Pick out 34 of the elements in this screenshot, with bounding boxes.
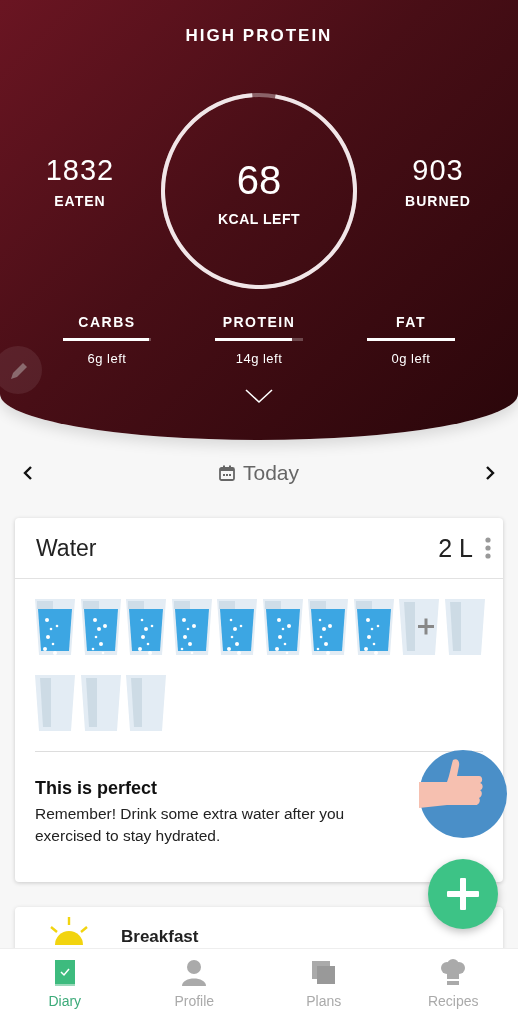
macro-remaining: 0g left — [391, 351, 431, 366]
kcal-left-value: 68 — [236, 158, 282, 203]
more-options-icon[interactable] — [485, 537, 491, 559]
nav-tab[interactable]: Profile — [129, 949, 259, 1020]
nav-tab[interactable]: Plans — [259, 949, 389, 1020]
macro-remaining: 14g left — [235, 351, 283, 366]
eaten-value: 1832 — [45, 153, 115, 187]
macro-name: CARBS — [78, 314, 136, 330]
burned-value: 903 — [412, 153, 464, 187]
plus-icon — [447, 878, 479, 910]
water-amount: 2 L — [438, 533, 473, 563]
macro-name: FAT — [396, 314, 426, 330]
meal-title: Breakfast — [121, 928, 199, 946]
water-title: Water — [36, 534, 98, 562]
nav-tab[interactable]: Recipes — [388, 949, 518, 1020]
kcal-left-label: KCAL LEFT — [218, 211, 300, 227]
next-day-icon[interactable] — [484, 465, 496, 481]
person-icon — [180, 959, 209, 987]
tip-text: Remember! Drink some extra water after you exercised to stay hydrated. — [35, 804, 346, 846]
eaten-label: EATEN — [54, 192, 106, 209]
tip-title: This is perfect — [35, 778, 159, 799]
previous-day-icon[interactable] — [22, 465, 34, 481]
chevron-down-icon[interactable] — [244, 388, 274, 404]
stacked-squares-icon — [309, 959, 338, 987]
burned-label: BURNED — [405, 192, 471, 209]
macro-name: PROTEIN — [222, 314, 296, 330]
calendar-icon — [218, 465, 235, 481]
plan-title: HIGH PROTEIN — [185, 26, 333, 46]
date-label[interactable]: Today — [242, 461, 299, 485]
nav-tab[interactable]: Diary — [0, 949, 130, 1020]
edit-button[interactable] — [0, 346, 42, 394]
add-glass-icon[interactable] — [399, 599, 439, 655]
macro-remaining: 6g left — [87, 351, 127, 366]
chef-hat-icon — [439, 959, 468, 987]
